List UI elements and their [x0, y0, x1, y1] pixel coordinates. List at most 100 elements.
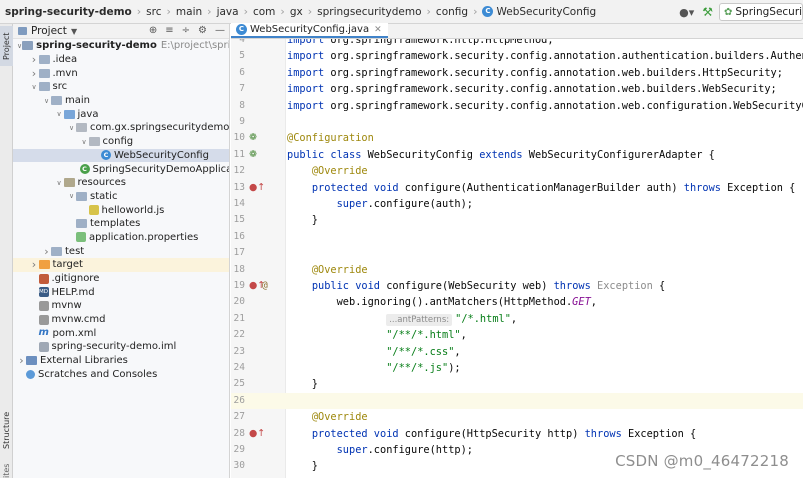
override-method-icon[interactable]: ●↑	[249, 182, 265, 194]
code-line[interactable]: 25 }	[231, 376, 803, 392]
project-view-selector[interactable]: Project	[31, 25, 67, 37]
chevron-down-icon[interactable]: ∨	[42, 97, 51, 105]
code-line[interactable]: 13 ●↑ protected void configure(Authentica…	[231, 180, 803, 196]
breadcrumb-item[interactable]: com	[253, 6, 275, 18]
structure-tool-button[interactable]: Structure	[0, 404, 13, 456]
tree-item[interactable]: ∨ config	[13, 135, 229, 149]
tree-item[interactable]: C WebSecurityConfig	[13, 148, 229, 163]
line-number: 27	[233, 411, 245, 423]
run-configuration-selector[interactable]: ✿ SpringSecurity	[719, 3, 803, 21]
minimize-icon[interactable]: —	[215, 25, 225, 36]
tree-item[interactable]: ∨ main	[13, 94, 229, 108]
breadcrumb-item[interactable]: C WebSecurityConfig	[482, 6, 596, 18]
tree-item-label: target	[52, 259, 83, 271]
chevron-right-icon[interactable]: ›	[30, 258, 39, 271]
breadcrumb-label: com	[252, 5, 276, 18]
code-line[interactable]: 4 import org.springframework.http.HttpMet…	[231, 39, 803, 48]
spring-bean-icon[interactable]: ❁	[249, 149, 257, 161]
code-line[interactable]: 15 }	[231, 212, 803, 228]
line-number: 22	[233, 329, 245, 341]
breadcrumb-item[interactable]: gx	[290, 6, 303, 18]
tree-item[interactable]: mvnw.cmd	[13, 313, 229, 327]
code-line[interactable]: 19 ●↑ @ public void configure(WebSecurity …	[231, 278, 803, 294]
code-line[interactable]: 8 import org.springframework.security.con…	[231, 98, 803, 114]
tree-item[interactable]: › .mvn	[13, 66, 229, 80]
chevron-right-icon[interactable]: ›	[42, 245, 51, 258]
code-line[interactable]: 21 ...antPatterns: "/*.html",	[231, 311, 803, 327]
chevron-down-icon[interactable]: ∨	[55, 179, 64, 187]
annotation-marker-icon[interactable]: @	[262, 280, 268, 292]
code-line[interactable]: 22 "/**/*.html",	[231, 327, 803, 343]
collapse-icon[interactable]: ≡	[165, 25, 173, 36]
code-line[interactable]: 28 ●↑ protected void configure(HttpSecuri…	[231, 426, 803, 442]
tree-item[interactable]: helloworld.js	[13, 203, 229, 217]
line-number: 13	[233, 181, 245, 193]
chevron-down-icon[interactable]: ▼	[71, 27, 77, 36]
tree-item[interactable]: ∨ static	[13, 190, 229, 204]
code-line[interactable]: 16	[231, 229, 803, 245]
chevron-right-icon[interactable]: ›	[30, 53, 39, 66]
breadcrumb-item[interactable]: config	[436, 6, 468, 18]
tree-item[interactable]: ∨ java	[13, 107, 229, 121]
account-icon[interactable]: ●▾	[679, 6, 694, 19]
code-line[interactable]: 26	[231, 392, 803, 410]
tree-item[interactable]: › test	[13, 244, 229, 258]
breadcrumb-item[interactable]: main	[176, 6, 202, 18]
code-line[interactable]: 24 "/**/*.js");	[231, 360, 803, 376]
tree-item[interactable]: › .idea	[13, 53, 229, 67]
tree-item[interactable]: templates	[13, 217, 229, 231]
tree-item[interactable]: spring-security-demo.iml	[13, 340, 229, 354]
gear-icon[interactable]: ⚙	[198, 25, 207, 36]
code-line[interactable]: 7 import org.springframework.security.con…	[231, 81, 803, 97]
tree-item[interactable]: ∨ src	[13, 80, 229, 94]
code-line[interactable]: 27 @Override	[231, 409, 803, 425]
chevron-down-icon[interactable]: ∨	[55, 110, 64, 118]
folder-icon	[51, 246, 62, 256]
code-area[interactable]: 4 import org.springframework.http.HttpMet…	[231, 39, 803, 478]
tree-item[interactable]: .gitignore	[13, 272, 229, 286]
chevron-down-icon[interactable]: ∨	[67, 124, 76, 132]
tree-item[interactable]: Scratches and Consoles	[13, 368, 229, 382]
hammer-icon[interactable]: ⚒	[702, 5, 713, 19]
tree-item[interactable]: ∨ resources	[13, 176, 229, 190]
expand-icon[interactable]: ÷	[182, 25, 190, 36]
code-line[interactable]: 23 "/**/*.css",	[231, 344, 803, 360]
code-line[interactable]: 9	[231, 114, 803, 130]
code-line[interactable]: 10 ❁ @Configuration	[231, 130, 803, 146]
tree-item-label: templates	[90, 218, 141, 230]
project-tool-button[interactable]: Project	[0, 26, 13, 66]
code-line[interactable]: 12 @Override	[231, 163, 803, 179]
tree-item[interactable]: m pom.xml	[13, 326, 229, 340]
code-line[interactable]: 5 import org.springframework.security.con…	[231, 48, 803, 64]
spring-bean-icon[interactable]: ❁	[249, 132, 257, 144]
code-line[interactable]: 14 super.configure(auth);	[231, 196, 803, 212]
code-line[interactable]: 11 ❁ public class WebSecurityConfig extend…	[231, 147, 803, 163]
code-line[interactable]: 6 import org.springframework.security.con…	[231, 65, 803, 81]
tree-item[interactable]: CSpringSecurityDemoApplication	[13, 162, 229, 176]
tree-item[interactable]: › target	[13, 258, 229, 272]
tree-item[interactable]: application.properties	[13, 231, 229, 245]
tree-item[interactable]: mvnw	[13, 299, 229, 313]
folder-icon	[51, 96, 62, 106]
breadcrumb-item[interactable]: spring-security-demo	[5, 6, 132, 18]
chevron-down-icon[interactable]: ∨	[67, 192, 76, 200]
tree-item[interactable]: MD HELP.md	[13, 285, 229, 299]
target-icon[interactable]: ⊕	[149, 25, 157, 36]
breadcrumb-item[interactable]: java	[217, 6, 239, 18]
breadcrumb-item[interactable]: springsecuritydemo	[317, 6, 421, 18]
code-line[interactable]: 17	[231, 245, 803, 261]
override-method-icon[interactable]: ●↑	[249, 428, 265, 440]
tree-item[interactable]: ∨ com.gx.springsecuritydemo	[13, 121, 229, 135]
code-line[interactable]: 18 @Override	[231, 262, 803, 278]
breadcrumb-item[interactable]: src	[146, 6, 161, 18]
chevron-down-icon[interactable]: ∨	[30, 83, 39, 91]
code-line[interactable]: 20 web.ignoring().antMatchers(HttpMethod…	[231, 294, 803, 310]
close-icon[interactable]: ✕	[374, 25, 382, 35]
editor-tab-websecurityconfig[interactable]: C WebSecurityConfig.java ✕	[231, 23, 388, 38]
chevron-right-icon[interactable]: ›	[30, 67, 39, 80]
chevron-right-icon[interactable]: ›	[17, 354, 26, 367]
chevron-down-icon[interactable]: ∨	[80, 138, 89, 146]
favorites-tool-button[interactable]: ites	[0, 464, 13, 478]
tree-item[interactable]: › External Libraries	[13, 354, 229, 368]
tree-item[interactable]: ∨spring-security-demoE:\project\spring-s…	[13, 39, 229, 53]
